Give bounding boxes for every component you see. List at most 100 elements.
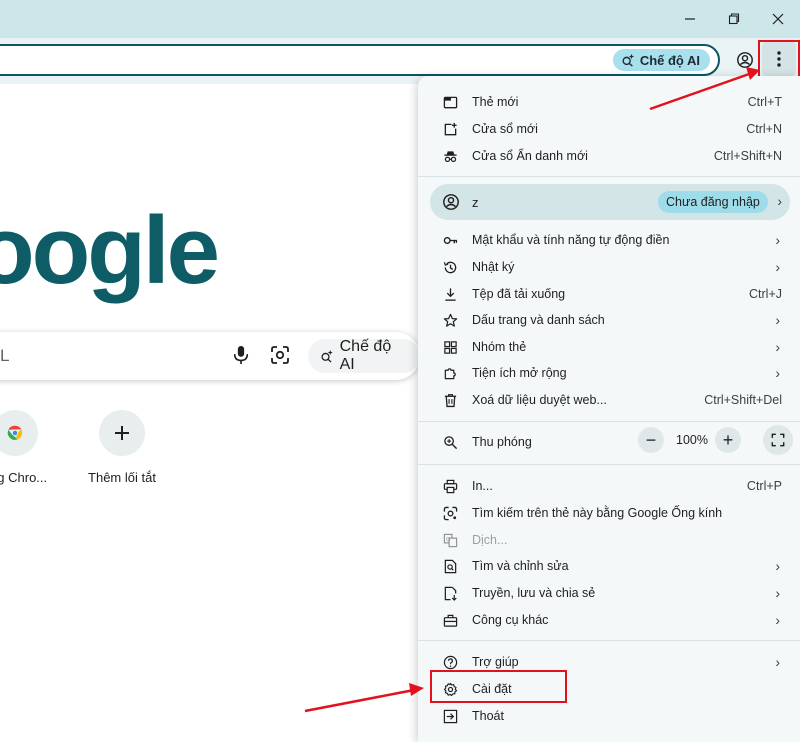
ai-mode-chip[interactable]: Chế độ AI [612, 49, 710, 71]
menu-item-tab-groups[interactable]: Nhóm thẻ › [418, 334, 800, 360]
menu-separator [418, 464, 800, 465]
search-input[interactable]: L [0, 346, 9, 366]
minimize-button[interactable] [670, 6, 710, 32]
microphone-icon[interactable] [232, 345, 250, 365]
save-share-icon [444, 586, 457, 601]
zoom-out-button[interactable]: − [638, 427, 664, 453]
menu-item-label: Xoá dữ liệu duyệt web... [472, 393, 607, 407]
chevron-right-icon: › [777, 193, 782, 209]
help-icon [443, 655, 457, 669]
menu-item-new-tab[interactable]: Thẻ mới Ctrl+T [418, 89, 800, 115]
menu-item-incognito[interactable]: Cửa sổ Ẩn danh mới Ctrl+Shift+N [418, 143, 800, 169]
address-bar[interactable]: Chế độ AI [0, 44, 720, 76]
google-lens-icon[interactable] [270, 345, 290, 365]
menu-item-label: Tiện ích mở rộng [472, 366, 567, 380]
new-tab-icon [443, 96, 457, 108]
add-shortcut-label: Thêm lối tắt [88, 470, 156, 485]
chevron-right-icon: › [775, 558, 780, 574]
profile-button[interactable] [732, 47, 758, 73]
chrome-menu: Thẻ mới Ctrl+T Cửa sổ mới Ctrl+N Cửa sổ … [418, 76, 800, 742]
account-icon [443, 194, 459, 210]
menu-separator [418, 176, 800, 177]
download-icon [444, 287, 456, 301]
exit-icon [443, 709, 457, 723]
google-logo: oogle [0, 197, 220, 304]
trash-icon [444, 393, 456, 407]
menu-item-shortcut: Ctrl+N [746, 122, 782, 136]
tab-groups-icon [443, 340, 457, 354]
menu-item-label: Cửa sổ mới [472, 122, 538, 136]
menu-item-label: Truyền, lưu và chia sẻ [472, 586, 596, 600]
menu-item-label: Thẻ mới [472, 95, 519, 109]
menu-item-shortcut: Ctrl+J [749, 287, 782, 301]
incognito-icon [443, 150, 457, 162]
svg-text:G: G [446, 536, 450, 542]
ai-mode-button-label: Chế độ AI [339, 338, 392, 373]
menu-item-shortcut: Ctrl+Shift+Del [704, 393, 782, 407]
chevron-right-icon: › [775, 232, 780, 248]
menu-item-label: Nhật ký [472, 260, 515, 274]
title-bar [0, 0, 800, 38]
search-box[interactable]: L Chế độ AI [0, 332, 420, 380]
chevron-right-icon: › [775, 585, 780, 601]
menu-profile-row[interactable]: z Chưa đăng nhập › [430, 184, 790, 220]
translate-icon: G [443, 533, 457, 547]
shortcut-label: ằng Chro... [0, 470, 48, 485]
key-icon [443, 236, 457, 244]
history-icon [443, 261, 456, 273]
star-icon [443, 313, 457, 327]
close-icon [772, 13, 784, 25]
printer-icon [443, 479, 457, 493]
chevron-right-icon: › [775, 259, 780, 275]
menu-item-label: Tệp đã tải xuống [472, 287, 566, 301]
chevron-right-icon: › [775, 312, 780, 328]
menu-item-bookmarks[interactable]: Dấu trang và danh sách › [418, 307, 800, 333]
chevron-right-icon: › [775, 365, 780, 381]
find-in-page-icon [444, 559, 456, 573]
menu-item-label: Tìm và chỉnh sửa [472, 559, 569, 573]
menu-item-zoom: Thu phóng − 100% + [418, 425, 800, 455]
menu-item-label: Dấu trang và danh sách [472, 313, 605, 327]
google-lens-icon [443, 506, 457, 520]
menu-separator [418, 421, 800, 422]
close-window-button[interactable] [758, 6, 798, 32]
shortcut-icon [0, 410, 38, 456]
sign-in-status-badge[interactable]: Chưa đăng nhập [658, 191, 768, 213]
menu-item-clear-browsing-data[interactable]: Xoá dữ liệu duyệt web... Ctrl+Shift+Del [418, 387, 800, 413]
menu-item-history[interactable]: Nhật ký › [418, 254, 800, 280]
add-shortcut-tile[interactable]: Thêm lối tắt [67, 410, 177, 485]
menu-item-extensions[interactable]: Tiện ích mở rộng › [418, 360, 800, 386]
arrow-to-settings [304, 688, 415, 713]
menu-item-shortcut: Ctrl+Shift+N [713, 149, 782, 163]
menu-item-find-and-edit[interactable]: Tìm và chỉnh sửa › [418, 553, 800, 579]
menu-item-label: Trợ giúp [472, 655, 519, 669]
chevron-right-icon: › [775, 339, 780, 355]
menu-item-downloads[interactable]: Tệp đã tải xuống Ctrl+J [418, 281, 800, 307]
menu-item-more-tools[interactable]: Công cụ khác › [418, 607, 800, 633]
highlight-menu-button [758, 40, 800, 78]
shortcut-tile[interactable]: ằng Chro... [0, 410, 70, 485]
highlight-settings [430, 670, 567, 703]
chevron-right-icon: › [775, 612, 780, 628]
restore-button[interactable] [714, 6, 754, 32]
minimize-icon [685, 18, 695, 20]
menu-item-cast-save-share[interactable]: Truyền, lưu và chia sẻ › [418, 580, 800, 606]
chrome-logo-icon [7, 425, 23, 440]
menu-item-label: In... [472, 479, 493, 493]
menu-item-exit[interactable]: Thoát [418, 703, 800, 729]
menu-item-label: Nhóm thẻ [472, 340, 527, 354]
menu-item-label: Công cụ khác [472, 613, 549, 627]
fullscreen-button[interactable] [763, 425, 793, 455]
menu-item-new-window[interactable]: Cửa sổ mới Ctrl+N [418, 116, 800, 142]
fullscreen-icon [771, 433, 785, 447]
menu-separator [418, 640, 800, 641]
menu-item-passwords[interactable]: Mật khẩu và tính năng tự động điền › [418, 227, 800, 253]
menu-item-google-lens[interactable]: Tìm kiếm trên thẻ này bằng Google Ống kí… [418, 500, 800, 526]
restore-icon [728, 13, 740, 25]
new-window-icon [444, 122, 457, 135]
menu-item-print[interactable]: In... Ctrl+P [418, 473, 800, 499]
ai-mode-button[interactable]: Chế độ AI [308, 338, 420, 373]
account-icon [737, 52, 753, 68]
zoom-in-button[interactable]: + [715, 427, 741, 453]
menu-item-label: Tìm kiếm trên thẻ này bằng Google Ống kí… [472, 506, 723, 520]
